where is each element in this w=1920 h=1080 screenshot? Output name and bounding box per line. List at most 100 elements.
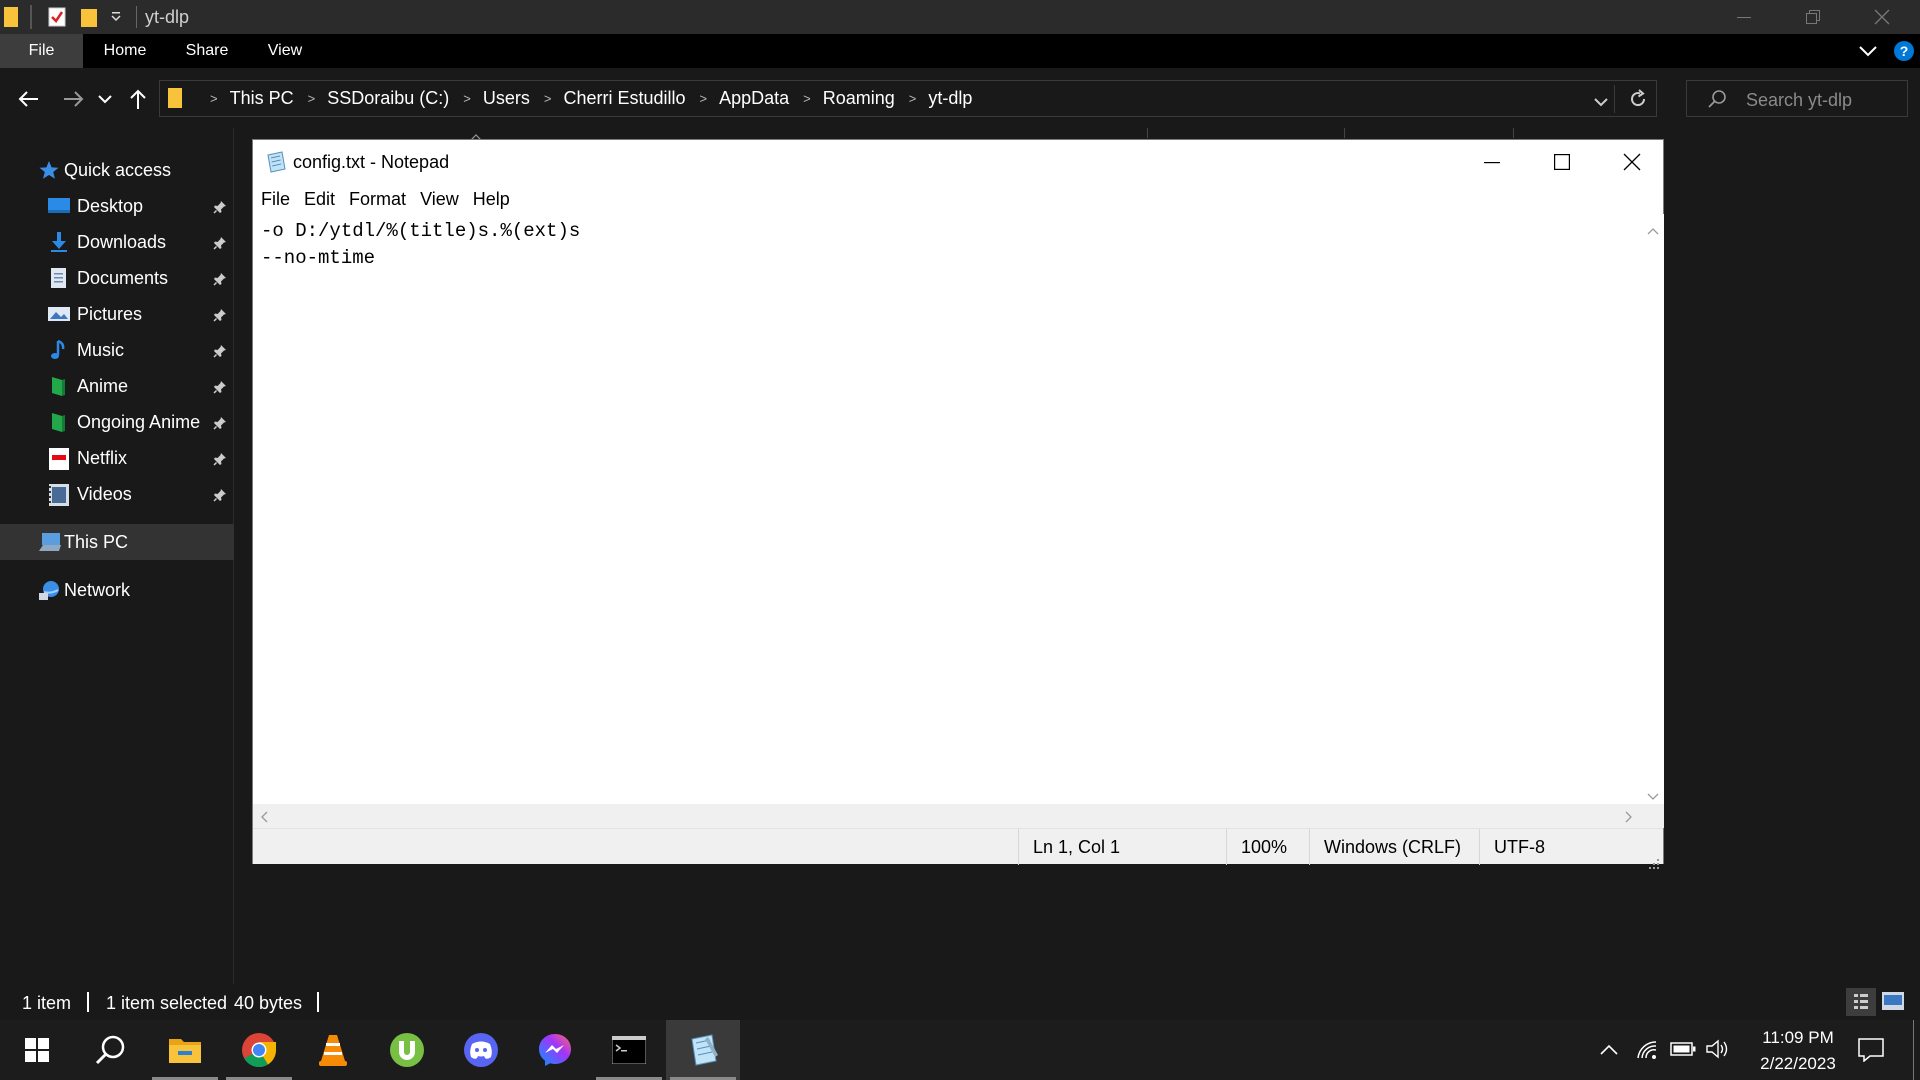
sidebar-item-downloads[interactable]: Downloads xyxy=(0,224,234,260)
menu-view[interactable]: View xyxy=(420,189,459,210)
navigation-pane: Quick access Desktop Downloads Documents… xyxy=(0,128,234,984)
breadcrumb-separator-icon[interactable]: > xyxy=(909,91,917,106)
expand-ribbon-icon[interactable] xyxy=(1858,42,1878,65)
breadcrumb-separator-icon[interactable]: > xyxy=(308,91,316,106)
sidebar-item-network[interactable]: Network xyxy=(0,572,234,608)
sidebar-item-this-pc[interactable]: This PC xyxy=(0,524,234,560)
pin-icon[interactable] xyxy=(213,486,227,507)
search-icon[interactable] xyxy=(74,1020,148,1080)
breadcrumb-user[interactable]: Cherri Estudillo xyxy=(563,88,685,109)
tab-view[interactable]: View xyxy=(254,34,316,68)
breadcrumb-roaming[interactable]: Roaming xyxy=(823,88,895,109)
pin-icon[interactable] xyxy=(213,270,227,291)
new-folder-icon[interactable] xyxy=(81,7,97,32)
tab-file[interactable]: File xyxy=(0,34,83,68)
sidebar-item-documents[interactable]: Documents xyxy=(0,260,234,296)
sidebar-item-ongoing-anime[interactable]: Ongoing Anime xyxy=(0,404,234,440)
restore-button[interactable] xyxy=(1783,0,1843,34)
tab-share[interactable]: Share xyxy=(174,34,240,68)
folder-green-icon xyxy=(48,412,70,432)
menu-edit[interactable]: Edit xyxy=(304,189,335,210)
forward-button[interactable] xyxy=(60,85,88,113)
discord-icon[interactable] xyxy=(444,1020,518,1080)
chevron-down-icon[interactable] xyxy=(110,11,122,29)
pin-icon[interactable] xyxy=(213,234,227,255)
windows-start-icon[interactable] xyxy=(0,1020,74,1080)
notepad-minimize-button[interactable] xyxy=(1457,140,1527,184)
show-desktop-button[interactable] xyxy=(1913,1020,1914,1080)
show-hidden-icons-icon[interactable] xyxy=(1600,1042,1618,1060)
network-icon xyxy=(38,580,60,600)
sidebar-item-desktop[interactable]: Desktop xyxy=(0,188,234,224)
notepad-titlebar[interactable]: config.txt - Notepad xyxy=(253,140,1663,184)
up-button[interactable] xyxy=(124,85,152,113)
tab-home[interactable]: Home xyxy=(92,34,158,68)
recent-locations-icon[interactable] xyxy=(95,85,115,113)
breadcrumb-yt-dlp[interactable]: yt-dlp xyxy=(928,88,972,109)
battery-icon[interactable] xyxy=(1670,1042,1696,1061)
minimize-button[interactable] xyxy=(1714,0,1774,34)
breadcrumb-separator-icon[interactable]: > xyxy=(803,91,811,106)
scroll-left-icon[interactable] xyxy=(260,810,268,828)
vlc-icon[interactable] xyxy=(296,1020,370,1080)
menu-format[interactable]: Format xyxy=(349,189,406,210)
clock-date[interactable]: 2/22/2023 xyxy=(1748,1054,1848,1074)
breadcrumb-drive[interactable]: SSDoraibu (C:) xyxy=(327,88,449,109)
breadcrumb-appdata[interactable]: AppData xyxy=(719,88,789,109)
resize-grip-icon[interactable] xyxy=(1649,853,1659,874)
notepad-text-area[interactable]: -o D:/ytdl/%(title)s.%(ext)s --no-mtime xyxy=(253,214,1642,804)
notepad-maximize-button[interactable] xyxy=(1527,140,1597,184)
scroll-up-icon[interactable] xyxy=(1647,222,1659,240)
address-dropdown-icon[interactable] xyxy=(1594,94,1608,112)
menu-file[interactable]: File xyxy=(261,189,290,210)
pin-icon[interactable] xyxy=(213,306,227,327)
pin-icon[interactable] xyxy=(213,378,227,399)
documents-icon xyxy=(48,268,70,288)
details-view-icon[interactable] xyxy=(1846,988,1876,1016)
scroll-right-icon[interactable] xyxy=(1625,810,1633,828)
help-icon[interactable]: ? xyxy=(1894,41,1914,66)
breadcrumb-separator-icon[interactable]: > xyxy=(544,91,552,106)
notepad-icon[interactable] xyxy=(666,1020,740,1080)
nav-quick-access[interactable]: Quick access xyxy=(0,152,234,188)
vertical-scrollbar[interactable] xyxy=(1642,214,1664,804)
breadcrumb-this-pc[interactable]: This PC xyxy=(230,88,294,109)
menu-help[interactable]: Help xyxy=(473,189,510,210)
breadcrumb-users[interactable]: Users xyxy=(483,88,530,109)
titlebar-divider xyxy=(30,5,32,29)
utorrent-icon[interactable] xyxy=(370,1020,444,1080)
chrome-icon[interactable] xyxy=(222,1020,296,1080)
pin-icon[interactable] xyxy=(213,450,227,471)
back-button[interactable] xyxy=(14,85,42,113)
sidebar-item-anime[interactable]: Anime xyxy=(0,368,234,404)
breadcrumb-separator-icon[interactable]: > xyxy=(210,91,218,106)
notification-center-icon[interactable] xyxy=(1858,1038,1884,1067)
properties-icon[interactable] xyxy=(48,7,66,32)
address-bar[interactable]: > This PC > SSDoraibu (C:) > Users > Che… xyxy=(159,80,1657,117)
clock-time[interactable]: 11:09 PM xyxy=(1748,1028,1848,1048)
column-divider xyxy=(1513,128,1514,138)
breadcrumb-separator-icon[interactable]: > xyxy=(700,91,708,106)
notepad-icon xyxy=(265,151,287,178)
messenger-icon[interactable] xyxy=(518,1020,592,1080)
sidebar-item-label: Netflix xyxy=(77,448,128,468)
notepad-close-button[interactable] xyxy=(1597,140,1667,184)
pin-icon[interactable] xyxy=(213,198,227,219)
large-icons-view-icon[interactable] xyxy=(1882,992,1904,1015)
breadcrumb-separator-icon[interactable]: > xyxy=(463,91,471,106)
close-button[interactable] xyxy=(1852,0,1912,34)
volume-icon[interactable] xyxy=(1706,1039,1730,1064)
terminal-icon[interactable] xyxy=(592,1020,666,1080)
pin-icon[interactable] xyxy=(213,342,227,363)
sidebar-item-netflix[interactable]: Netflix xyxy=(0,440,234,476)
sidebar-item-pictures[interactable]: Pictures xyxy=(0,296,234,332)
search-input[interactable]: Search yt-dlp xyxy=(1746,90,1852,111)
horizontal-scrollbar[interactable] xyxy=(253,804,1642,828)
pin-icon[interactable] xyxy=(213,414,227,435)
wifi-icon[interactable] xyxy=(1636,1040,1658,1065)
refresh-icon[interactable] xyxy=(1628,89,1648,114)
sidebar-item-videos[interactable]: Videos xyxy=(0,476,234,512)
sidebar-item-music[interactable]: Music xyxy=(0,332,234,368)
search-box[interactable]: Search yt-dlp xyxy=(1686,80,1908,117)
file-explorer-icon[interactable] xyxy=(148,1020,222,1080)
